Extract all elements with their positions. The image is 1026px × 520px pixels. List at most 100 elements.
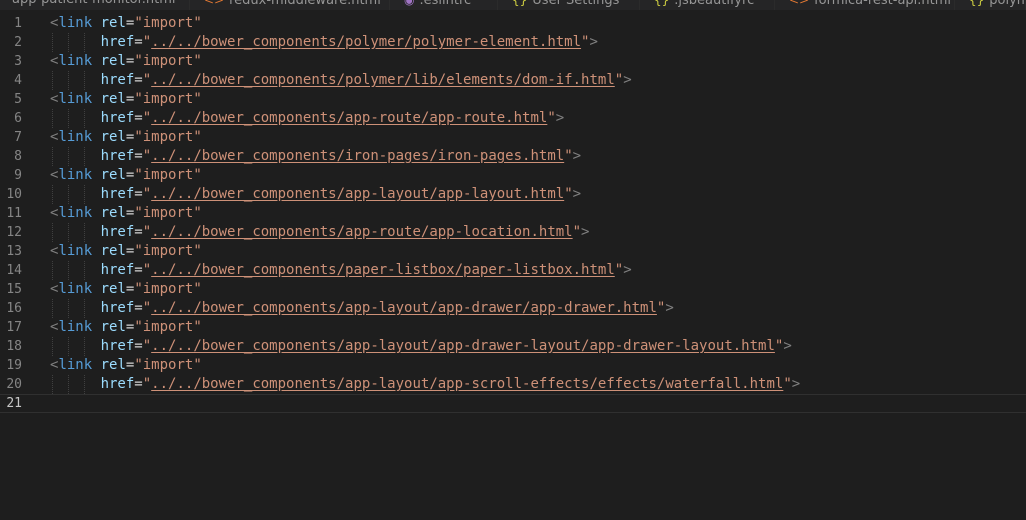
code-content: <link rel="import" [50,318,202,337]
quote-mark: " [572,224,582,240]
tag-open: <link [50,167,93,183]
attr-value: "import" [134,53,202,69]
code-line[interactable]: 14 href="../../bower_components/paper-li… [0,261,1026,280]
code-line[interactable]: 17 <link rel="import" [0,318,1026,337]
attr-name: rel [100,357,126,373]
quote-mark: " [614,72,624,88]
attr-name: href [100,338,135,354]
code-content: <link rel="import" [50,242,202,261]
indent-guide [52,299,53,318]
indent-guide [68,261,69,280]
code-line[interactable]: 1 <link rel="import" [0,14,1026,33]
code-line[interactable]: 13 <link rel="import" [0,242,1026,261]
tab-0[interactable]: app-patient-monitor.html [0,0,190,10]
tab-4[interactable]: {} .jsbeautifyrc [640,0,775,10]
indent-guide [68,147,69,166]
indent-guide [84,109,85,128]
line-number: 5 [14,92,22,107]
code-line[interactable]: 12 href="../../bower_components/app-rout… [0,223,1026,242]
indent-guide [84,337,85,356]
quote-mark: " [142,224,152,240]
tab-2[interactable]: ◉ .eslintrc [390,0,498,10]
line-number: 4 [14,73,22,88]
code-line[interactable]: 15 <link rel="import" [0,280,1026,299]
code-line[interactable]: 2 href="../../bower_components/polymer/p… [0,33,1026,52]
equals-sign: = [134,338,143,354]
attr-name: href [100,300,135,316]
line-number: 19 [6,358,22,373]
line-number: 6 [14,111,22,126]
line-number: 13 [6,244,22,259]
code-content: href="../../bower_components/polymer/lib… [50,71,632,90]
equals-sign: = [134,186,143,202]
code-line[interactable]: 20 href="../../bower_components/app-layo… [0,375,1026,394]
tab-3[interactable]: {} User Settings [498,0,640,10]
href-link: ../../bower_components/polymer/lib/eleme… [151,72,615,88]
code-line[interactable]: 16 href="../../bower_components/app-layo… [0,299,1026,318]
file-type-icon: {} [654,0,670,7]
code-line[interactable]: 7 <link rel="import" [0,128,1026,147]
indent-guide [68,375,69,394]
attr-value: "import" [134,357,202,373]
code-content: <link rel="import" [50,280,202,299]
code-content: href="../../bower_components/app-route/a… [50,109,564,128]
equals-sign: = [134,224,143,240]
attr-value: "import" [134,281,202,297]
line-number: 3 [14,54,22,69]
tag-open: <link [50,243,93,259]
code-content: <link rel="import" [50,52,202,71]
indent-guide [68,223,69,242]
tab-6[interactable]: {} polym [955,0,1026,10]
quote-mark: " [783,376,792,392]
tab-label: redux-middleware.html [229,0,381,8]
code-content: <link rel="import" [50,128,202,147]
file-type-icon: {} [512,0,528,7]
attr-value: "import" [134,243,202,259]
code-content: <link rel="import" [50,356,202,375]
code-line[interactable]: 19 <link rel="import" [0,356,1026,375]
attr-name: href [100,110,135,126]
code-content: href="../../bower_components/paper-listb… [50,261,632,280]
line-number: 18 [6,339,22,354]
attr-value: "import" [134,91,202,107]
tab-1[interactable]: <> redux-middleware.html [190,0,390,10]
tab-bar: app-patient-monitor.html <> redux-middlewa… [0,0,1026,10]
href-link: ../../bower_components/paper-listbox/pap… [151,262,615,278]
href-link: ../../bower_components/app-layout/app-la… [151,186,565,202]
href-link: ../../bower_components/app-layout/app-sc… [151,376,784,392]
quote-mark: " [142,148,152,164]
indent-guide [84,185,85,204]
code-line[interactable]: 21 [0,394,1026,413]
code-line[interactable]: 8 href="../../bower_components/iron-page… [0,147,1026,166]
tab-label: app-patient-monitor.html [12,0,176,7]
quote-mark: " [142,300,152,316]
code-content: href="../../bower_components/app-layout/… [50,185,581,204]
line-number: 10 [6,187,22,202]
tag-open: <link [50,53,93,69]
code-line[interactable]: 9 <link rel="import" [0,166,1026,185]
line-number: 15 [6,282,22,297]
code-line[interactable]: 4 href="../../bower_components/polymer/l… [0,71,1026,90]
line-number: 8 [14,149,22,164]
tag-open: <link [50,129,93,145]
code-content: href="../../bower_components/app-layout/… [50,375,800,394]
code-line[interactable]: 10 href="../../bower_components/app-layo… [0,185,1026,204]
indent-guide [84,299,85,318]
tab-5[interactable]: <> formica-rest-api.html [775,0,955,10]
quote-mark: " [142,338,152,354]
code-editor[interactable]: 1 <link rel="import" 2 href="../../bower_c… [0,14,1026,520]
href-link: ../../bower_components/app-layout/app-dr… [151,300,657,316]
code-line[interactable]: 5 <link rel="import" [0,90,1026,109]
attr-name: rel [100,167,126,183]
attr-name: href [100,224,135,240]
code-line[interactable]: 3 <link rel="import" [0,52,1026,71]
tag-close: > [791,376,801,392]
code-line[interactable]: 6 href="../../bower_components/app-route… [0,109,1026,128]
tag-close: > [589,34,598,50]
tag-open: <link [50,15,93,31]
quote-mark: " [142,110,152,126]
indent-guide [52,33,53,52]
indent-guide [68,337,69,356]
code-line[interactable]: 18 href="../../bower_components/app-layo… [0,337,1026,356]
code-line[interactable]: 11 <link rel="import" [0,204,1026,223]
